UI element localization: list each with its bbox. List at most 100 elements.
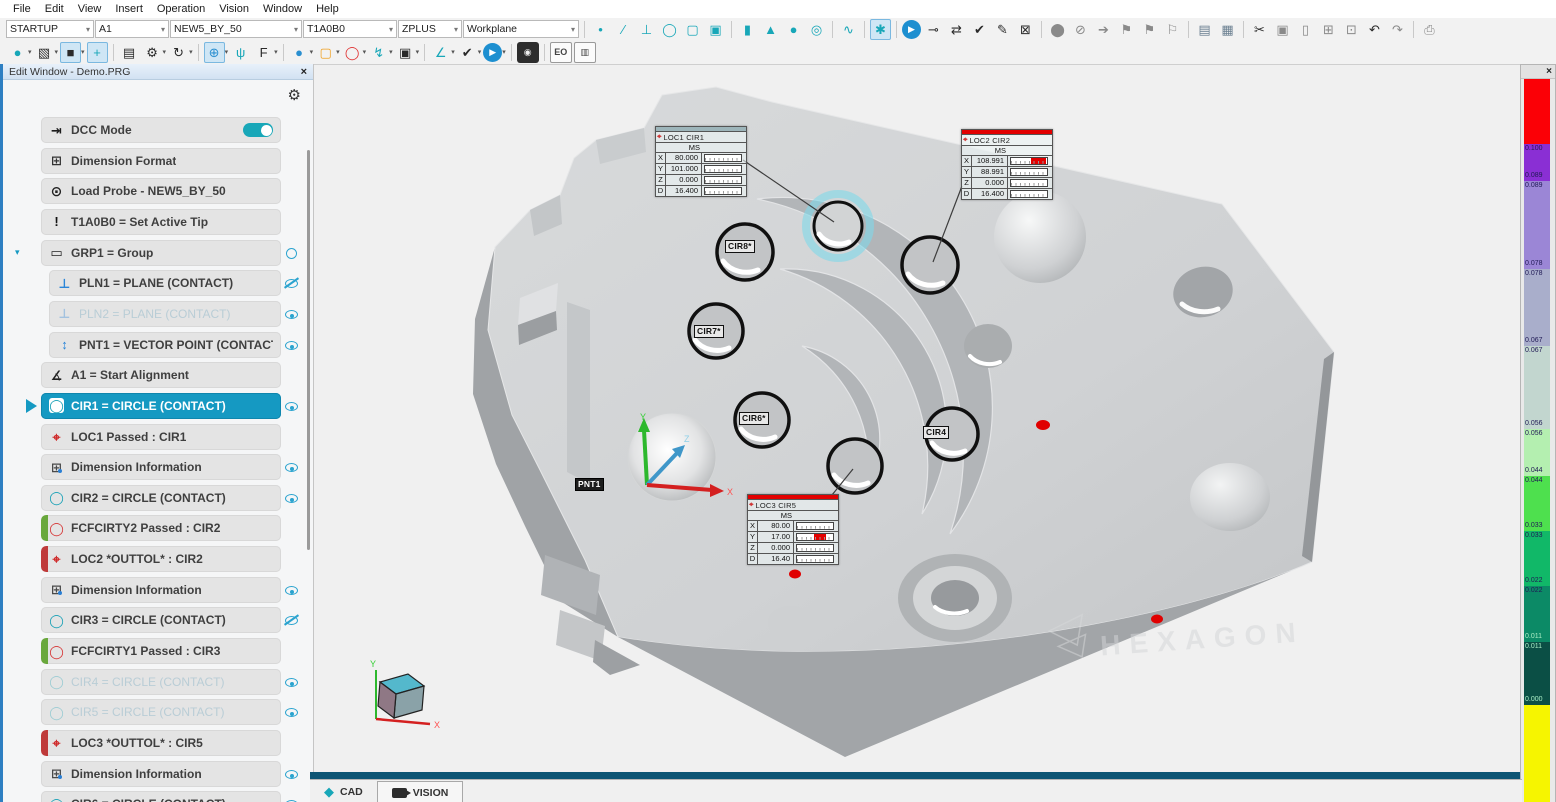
undo-icon[interactable]: ↶ — [1364, 19, 1385, 40]
command-item-dimension[interactable]: ⊞Dimension Information — [41, 577, 303, 603]
dimension-label-loc1[interactable]: ⌖LOC1 CIR1MSX80.000Y101.000Z0.000D16.400 — [655, 126, 747, 197]
tab-vision[interactable]: VISION — [377, 781, 464, 802]
command-item-cir4[interactable]: ◯CIR4 = CIRCLE (CONTACT) — [41, 669, 303, 695]
dimension-label-loc2[interactable]: ⌖LOC2 CIR2MSX108.991Y88.991Z0.000D16.400 — [961, 129, 1053, 200]
feature-display-icon[interactable]: F — [253, 42, 274, 63]
chevron-down-icon[interactable]: ▾ — [571, 25, 575, 34]
pan-view-icon[interactable]: + — [87, 42, 108, 63]
command-button[interactable]: ⊞Dimension Format — [41, 148, 281, 174]
combo-startup[interactable]: STARTUP▾ — [6, 20, 94, 38]
plane-feature-icon[interactable]: ⊥ — [636, 19, 657, 40]
combo-alignment[interactable]: A1▾ — [95, 20, 169, 38]
report-window-icon[interactable]: ▤ — [1194, 19, 1215, 40]
probe-mode-icon[interactable]: ● — [7, 42, 28, 63]
chevron-down-icon[interactable]: ▾ — [274, 48, 278, 56]
command-item-cir1[interactable]: ◯CIR1 = CIRCLE (CONTACT) — [41, 393, 303, 419]
chevron-down-icon[interactable]: ▾ — [225, 48, 229, 56]
command-button[interactable]: ◯FCFCIRTY1 Passed : CIR3 — [41, 638, 281, 664]
combo-workplane[interactable]: Workplane▾ — [463, 20, 579, 38]
command-item-fcfcirty2[interactable]: ◯FCFCIRTY2 Passed : CIR2 — [41, 515, 303, 541]
command-button[interactable]: ◯CIR2 = CIRCLE (CONTACT) — [41, 485, 281, 511]
clear-marked-icon[interactable]: ⊠ — [1015, 19, 1036, 40]
command-button[interactable]: ⌖LOC2 *OUTTOL* : CIR2 — [41, 546, 281, 572]
sphere-feature-icon[interactable]: ● — [783, 19, 804, 40]
curve-feature-icon[interactable]: ∿ — [838, 19, 859, 40]
paste-special-icon[interactable]: ⊞ — [1318, 19, 1339, 40]
menu-view[interactable]: View — [71, 1, 109, 17]
gage-circle-icon[interactable]: ◯ — [342, 42, 363, 63]
chevron-down-icon[interactable]: ▾ — [502, 48, 506, 56]
cylinder-feature-icon[interactable]: ▮ — [737, 19, 758, 40]
report-eo-icon[interactable]: EO — [550, 42, 572, 63]
eye-icon[interactable] — [284, 797, 300, 802]
bookmark-icon[interactable]: ⚑ — [1116, 19, 1137, 40]
command-item-cir3[interactable]: ◯CIR3 = CIRCLE (CONTACT) — [41, 607, 303, 633]
command-item-pln1[interactable]: ⊥PLN1 = PLANE (CONTACT) — [49, 270, 303, 296]
chevron-down-icon[interactable]: ▾ — [55, 48, 59, 56]
command-item-dimension[interactable]: ⊞Dimension Format — [41, 148, 303, 174]
command-button[interactable]: ⊞Dimension Information — [41, 454, 281, 480]
feature-circle-cir5[interactable] — [828, 439, 882, 493]
bookmark-add-icon[interactable]: ⚑ — [1139, 19, 1160, 40]
bookmark-clear-icon[interactable]: ⚐ — [1162, 19, 1183, 40]
feature-tag-cir6[interactable]: CIR6* — [739, 412, 769, 425]
cone-feature-icon[interactable]: ▲ — [760, 19, 781, 40]
combo-active-tip[interactable]: T1A0B0▾ — [303, 20, 397, 38]
command-button[interactable]: ◯CIR6 = CIRCLE (CONTACT) — [41, 791, 281, 802]
chevron-down-icon[interactable]: ▾ — [416, 48, 420, 56]
cut-icon[interactable]: ✂ — [1249, 19, 1270, 40]
break-icon[interactable]: ⊘ — [1070, 19, 1091, 40]
toggle-switch-icon[interactable]: ⇄ — [946, 19, 967, 40]
command-button[interactable]: ⊥PLN2 = PLANE (CONTACT) — [49, 301, 281, 327]
command-button[interactable]: ⊞Dimension Information — [41, 577, 281, 603]
combo-zplus[interactable]: ZPLUS▾ — [398, 20, 462, 38]
command-item-cir2[interactable]: ◯CIR2 = CIRCLE (CONTACT) — [41, 485, 303, 511]
gears-icon[interactable]: ⚙ — [142, 42, 163, 63]
cad-viewport[interactable]: HEXAGON Y Z X Y X — [310, 64, 1522, 772]
chevron-down-icon[interactable]: ▾ — [86, 25, 90, 34]
paste-icon[interactable]: ▯ — [1295, 19, 1316, 40]
rotate-view-icon[interactable]: ↻ — [168, 42, 189, 63]
execute-feature-icon[interactable]: ⊸ — [923, 19, 944, 40]
command-button[interactable]: ⊙Load Probe - NEW5_BY_50 — [41, 178, 281, 204]
feature-tag-cir4[interactable]: CIR4 — [923, 426, 949, 439]
command-item-pln2[interactable]: ⊥PLN2 = PLANE (CONTACT) — [49, 301, 303, 327]
command-button[interactable]: ◯FCFCIRTY2 Passed : CIR2 — [41, 515, 281, 541]
snapshot-camera-icon[interactable]: ◉ — [517, 42, 539, 63]
chevron-down-icon[interactable]: ▾ — [310, 48, 314, 56]
stats-window-icon[interactable]: ▥ — [574, 42, 596, 63]
menu-file[interactable]: File — [6, 1, 38, 17]
eye-icon[interactable] — [284, 460, 300, 474]
menu-help[interactable]: Help — [309, 1, 346, 17]
edit-marked-icon[interactable]: ✎ — [992, 19, 1013, 40]
report-template-icon[interactable]: ▦ — [1217, 19, 1238, 40]
menu-vision[interactable]: Vision — [212, 1, 256, 17]
command-button[interactable]: ◯CIR5 = CIRCLE (CONTACT) — [41, 699, 281, 725]
command-button[interactable]: ▭GRP1 = Group — [41, 240, 281, 266]
chevron-down-icon[interactable]: ▾ — [336, 48, 340, 56]
command-button[interactable]: ◯CIR1 = CIRCLE (CONTACT) — [41, 393, 281, 419]
auto-feature-icon[interactable]: ✱ — [870, 19, 891, 40]
eye-off-icon[interactable] — [284, 276, 300, 290]
command-item-cir6[interactable]: ◯CIR6 = CIRCLE (CONTACT) — [41, 791, 303, 802]
eye-icon[interactable] — [284, 246, 300, 260]
command-item-a1[interactable]: ∡A1 = Start Alignment — [41, 362, 303, 388]
menu-insert[interactable]: Insert — [108, 1, 150, 17]
command-item-pnt1[interactable]: ↕PNT1 = VECTOR POINT (CONTACT) — [49, 332, 303, 358]
execute-program-icon[interactable]: ▶ — [902, 20, 921, 39]
command-button[interactable]: !T1A0B0 = Set Active Tip — [41, 209, 281, 235]
command-item-loc3[interactable]: ⌖LOC3 *OUTTOL* : CIR5 — [41, 730, 303, 756]
dcc-mode-toggle[interactable] — [243, 123, 273, 137]
point-feature-icon[interactable]: • — [590, 19, 611, 40]
feature-tag-cir7[interactable]: CIR7* — [694, 325, 724, 338]
line-feature-icon[interactable]: ∕ — [613, 19, 634, 40]
command-button[interactable]: ⊥PLN1 = PLANE (CONTACT) — [49, 270, 281, 296]
chevron-down-icon[interactable]: ▾ — [163, 48, 167, 56]
feature-tag-pnt1[interactable]: PNT1 — [575, 478, 604, 491]
command-item-dimension[interactable]: ⊞Dimension Information — [41, 761, 303, 787]
command-item-dimension[interactable]: ⊞Dimension Information — [41, 454, 303, 480]
chevron-down-icon[interactable]: ▾ — [189, 48, 193, 56]
chevron-down-icon[interactable]: ▾ — [389, 48, 393, 56]
chevron-down-icon[interactable]: ▾ — [454, 25, 458, 34]
command-item-loc1[interactable]: ⌖LOC1 Passed : CIR1 — [41, 424, 303, 450]
